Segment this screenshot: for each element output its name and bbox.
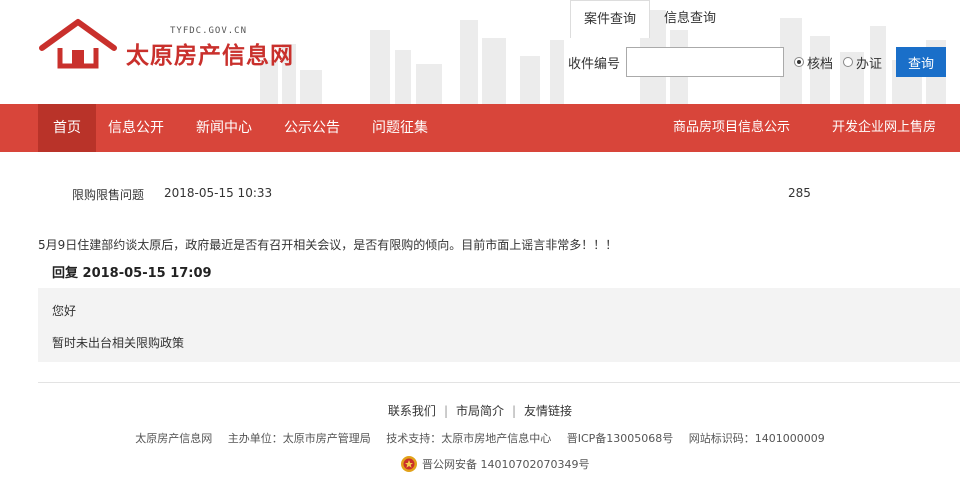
query-tabs: 案件查询 信息查询 xyxy=(570,0,730,38)
police-badge-icon xyxy=(401,456,417,472)
post-view-count: 285 xyxy=(788,186,811,200)
query-button[interactable]: 查询 xyxy=(896,47,947,77)
content-divider xyxy=(38,382,960,383)
receipt-number-input[interactable] xyxy=(626,47,785,77)
footer-beian-text: 晋公网安备 14010702070349号 xyxy=(422,458,590,471)
footer-site-id: 网站标识码：1401000009 xyxy=(688,432,825,445)
footer-site-name: 太原房产信息网 xyxy=(135,432,213,445)
post-question: 5月9日住建部约谈太原后，政府最近是否有召开相关会议，是否有限购的倾向。目前市面… xyxy=(38,238,618,252)
reply-box: 您好 暂时未出台相关限购政策 xyxy=(38,288,960,362)
nav-item-news-center[interactable]: 新闻中心 xyxy=(196,104,252,152)
footer-link-about[interactable]: 市局简介 xyxy=(456,404,504,418)
radio-unchecked-icon xyxy=(843,57,854,67)
nav-item-info-disclosure[interactable]: 信息公开 xyxy=(108,104,164,152)
footer-separator: | xyxy=(512,404,517,418)
footer-links: 联系我们 | 市局简介 | 友情链接 xyxy=(0,402,960,419)
nav-item-announcements[interactable]: 公示公告 xyxy=(284,104,340,152)
logo-url-text: TYFDC.GOV.CN xyxy=(170,26,248,36)
main-nav: 首页 信息公开 新闻中心 公示公告 问题征集 商品房项目信息公示 开发企业网上售… xyxy=(0,104,960,152)
footer-sponsor: 主办单位：太原市房产管理局 xyxy=(227,432,371,445)
radio-verify[interactable]: 核档 xyxy=(794,53,833,72)
radio-process-label: 办证 xyxy=(856,56,883,72)
footer-beian[interactable]: 晋公网安备 14010702070349号 xyxy=(400,455,589,473)
nav-item-home[interactable]: 首页 xyxy=(38,104,96,152)
footer-link-contact[interactable]: 联系我们 xyxy=(388,404,436,418)
house-logo-icon xyxy=(39,19,117,69)
receipt-number-label: 收件编号 xyxy=(568,56,621,72)
footer-info: 太原房产信息网 主办单位：太原市房产管理局 技术支持：太原市房地产信息中心 晋I… xyxy=(0,430,960,446)
footer-icp[interactable]: 晋ICP备13005068号 xyxy=(567,432,674,445)
footer-separator: | xyxy=(443,404,448,418)
site-logo[interactable]: TYFDC.GOV.CN 太原房产信息网 xyxy=(38,12,318,72)
search-row: 收件编号 核档 办证 查询 xyxy=(568,46,947,78)
site-header: TYFDC.GOV.CN 太原房产信息网 案件查询 信息查询 收件编号 核档 办… xyxy=(0,0,960,104)
post-date: 2018-05-15 10:33 xyxy=(164,186,273,200)
logo-title: 太原房产信息网 xyxy=(126,43,294,69)
nav-item-commercial-housing[interactable]: 商品房项目信息公示 xyxy=(673,104,790,152)
radio-checked-icon xyxy=(794,57,805,67)
reply-heading: 回复 2018-05-15 17:09 xyxy=(52,266,212,281)
tab-info-query[interactable]: 信息查询 xyxy=(650,0,730,38)
nav-item-developer-sales[interactable]: 开发企业网上售房 xyxy=(832,104,936,152)
nav-item-question-collection[interactable]: 问题征集 xyxy=(372,104,428,152)
reply-line-greeting: 您好 xyxy=(52,304,77,318)
post-category: 限购限售问题 xyxy=(72,188,145,202)
radio-process[interactable]: 办证 xyxy=(843,53,882,72)
radio-verify-label: 核档 xyxy=(807,56,834,72)
footer-tech-support: 技术支持：太原市房地产信息中心 xyxy=(386,432,552,445)
tab-case-query[interactable]: 案件查询 xyxy=(570,0,650,38)
footer-link-friends[interactable]: 友情链接 xyxy=(524,404,572,418)
reply-line-answer: 暂时未出台相关限购政策 xyxy=(52,336,185,350)
